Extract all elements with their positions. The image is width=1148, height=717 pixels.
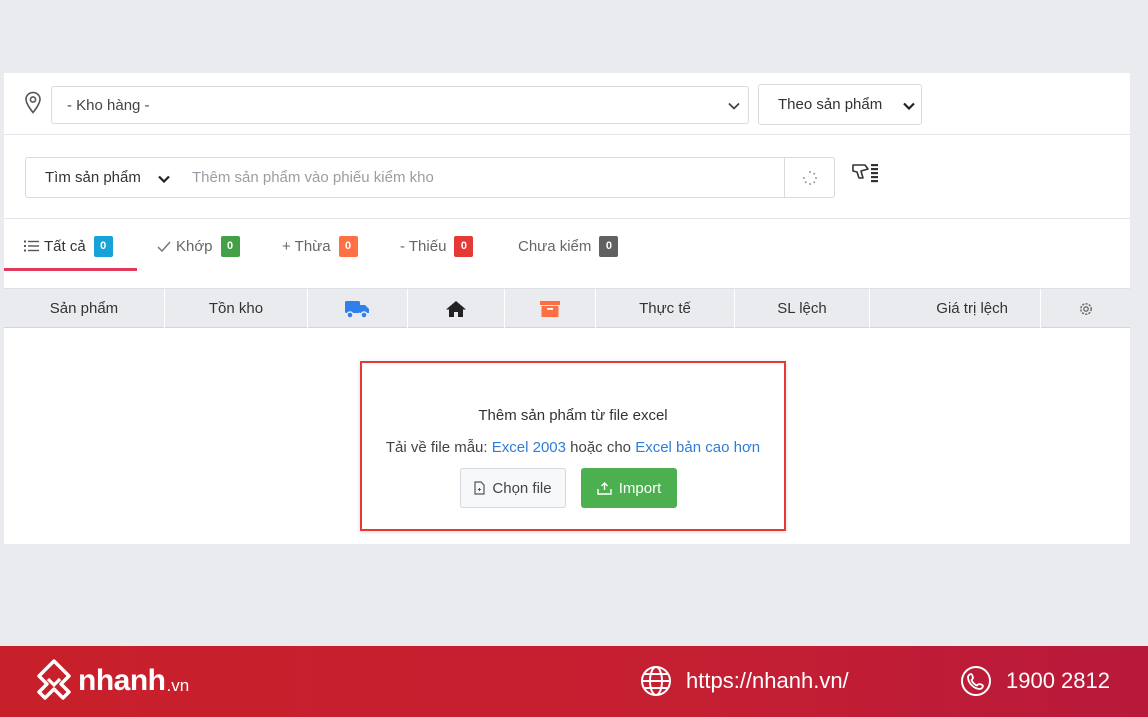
tab-surplus[interactable]: + Thừa 0 [282,233,358,259]
stock-check-panel: - Kho hàng - Theo sản phẩm Tìm sản phẩm [4,73,1130,544]
chevron-down-icon [158,175,170,183]
group-by-select-value: Theo sản phẩm [778,96,883,113]
search-mode-value: Tìm sản phẩm [45,169,141,186]
website-info: https://nhanh.vn/ [640,665,849,697]
brand-footer: nhanh .vn https://nhanh.vn/ 1900 2812 [0,646,1148,717]
loading-spinner-button[interactable] [784,157,835,198]
archive-icon [540,300,560,317]
excel-2003-link[interactable]: Excel 2003 [492,439,566,456]
excel-import-box: Thêm sản phẩm từ file excel Tải về file … [360,361,786,531]
tab-label: + Thừa [282,237,331,255]
phone-number[interactable]: 1900 2812 [1006,668,1110,694]
tab-shortage[interactable]: - Thiếu 0 [400,233,474,259]
import-button[interactable]: Import [581,468,677,508]
col-actual[interactable]: Thực tế [596,289,735,328]
count-badge: 0 [338,235,358,257]
phone-info: 1900 2812 [960,665,1110,697]
search-row: Tìm sản phẩm [4,135,1130,219]
group-by-select[interactable]: Theo sản phẩm [758,84,922,125]
col-archive[interactable] [505,289,596,328]
template-middle: hoặc cho [570,439,632,456]
nhanh-logo: nhanh .vn [34,657,189,705]
search-mode-select[interactable]: Tìm sản phẩm [25,157,178,198]
tab-label: - Thiếu [400,237,447,255]
brand-name: nhanh [78,664,166,697]
col-shipping[interactable] [308,289,408,328]
tab-label: Chưa kiểm [518,237,592,255]
list-icon [24,240,39,252]
import-template-line: Tải về file mẫu: Excel 2003 hoặc cho Exc… [362,439,784,456]
globe-icon [641,666,671,696]
import-title: Thêm sản phẩm từ file excel [478,407,668,424]
file-icon [474,481,485,495]
truck-icon [344,300,369,319]
warehouse-select[interactable]: - Kho hàng - [51,86,749,124]
product-search-box [177,157,785,198]
col-stock[interactable]: Tồn kho [165,289,308,328]
warehouse-row: - Kho hàng - Theo sản phẩm [4,73,1130,135]
import-label: Import [618,479,662,497]
spinner-icon [803,171,817,185]
choose-file-button[interactable]: Chọn file [460,468,566,508]
product-search-input[interactable] [177,158,784,197]
phone-icon [961,666,991,696]
col-settings[interactable] [1041,289,1130,328]
excel-newer-link[interactable]: Excel bản cao hơn [635,439,760,456]
gear-icon [1079,302,1092,315]
warehouse-select-value: - Kho hàng - [67,97,150,114]
home-icon [446,300,466,317]
count-badge: 0 [220,235,240,257]
upload-icon [597,482,612,495]
tab-all[interactable]: Tất cả 0 [24,233,113,259]
col-diff-value[interactable]: Giá trị lệch [870,289,1041,328]
tab-label: Khớp [176,237,213,255]
col-product[interactable]: Sản phẩm [4,289,165,328]
template-prefix: Tải về file mẫu: [385,439,488,456]
col-warehouse[interactable] [408,289,505,328]
table-header: Sản phẩm Tồn kho Thực tế SL lệch Giá trị [4,288,1130,328]
chevron-down-icon [903,102,915,110]
website-url[interactable]: https://nhanh.vn/ [686,668,849,694]
status-tabs: Tất cả 0 Khớp 0 + Thừa 0 - Thiếu 0 Chưa … [4,220,1130,271]
brand-tld: .vn [166,676,190,695]
tab-matched[interactable]: Khớp 0 [157,233,240,259]
count-badge: 0 [599,235,619,257]
tab-unchecked[interactable]: Chưa kiểm 0 [518,233,619,259]
active-tab-indicator [4,268,137,271]
count-badge: 0 [93,235,113,257]
barcode-scanner-icon[interactable] [850,161,882,187]
tab-label: Tất cả [44,237,86,255]
chevron-down-icon [728,102,740,110]
count-badge: 0 [454,235,474,257]
choose-file-label: Chọn file [492,479,552,497]
col-diff-qty[interactable]: SL lệch [735,289,870,328]
check-icon [157,241,171,252]
nhanh-logo-icon [37,659,71,700]
location-pin-icon [25,91,41,114]
